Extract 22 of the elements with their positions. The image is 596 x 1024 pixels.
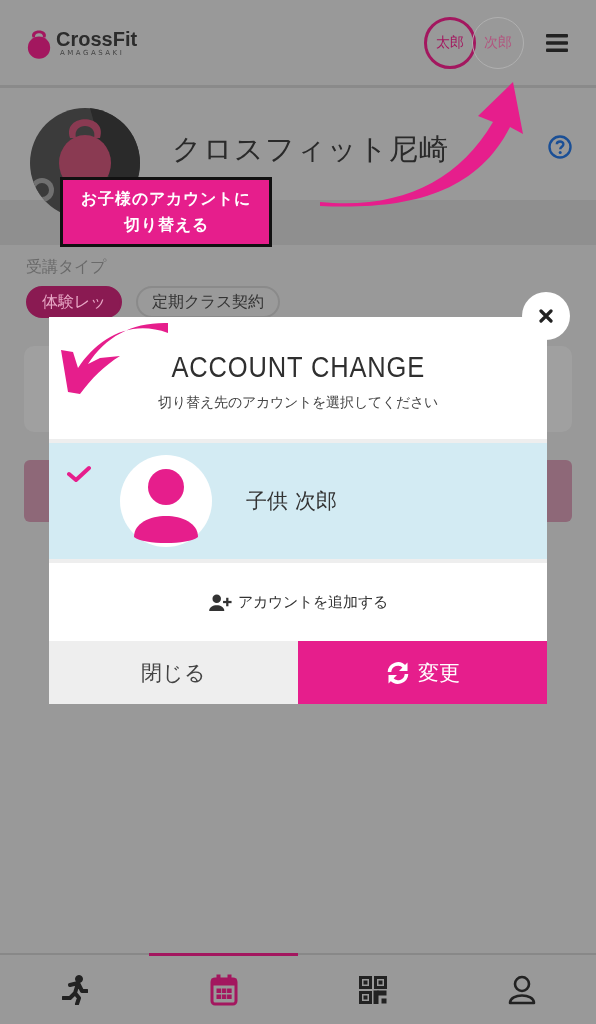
logo-name: CrossFit (56, 28, 138, 49)
course-type-chip[interactable]: 体験レッ (26, 286, 122, 318)
account-switch-button[interactable]: 太郎 (424, 16, 476, 69)
refresh-icon (385, 660, 410, 685)
callout-label: お子様のアカウントに切り替える (60, 177, 272, 247)
checkmark-icon (67, 465, 91, 483)
account-list-item[interactable]: 子供 次郎 (49, 443, 547, 563)
change-button[interactable]: 変更 (298, 641, 547, 704)
user-icon[interactable] (507, 974, 536, 1005)
close-button[interactable]: 閉じる (49, 641, 298, 704)
menu-icon[interactable] (546, 32, 568, 53)
qr-code-icon[interactable] (358, 975, 387, 1004)
dialog-subtitle: 切り替え先のアカウントを選択してください (158, 394, 438, 412)
course-type-chip[interactable]: 定期クラス契約 (136, 286, 280, 318)
account-name: 子供 次郎 (246, 488, 337, 515)
running-person-icon[interactable] (61, 974, 88, 1005)
help-icon[interactable] (548, 135, 572, 159)
avatar-icon (120, 455, 212, 547)
dialog-title: ACCOUNT CHANGE (171, 350, 425, 384)
calendar-icon[interactable] (209, 973, 238, 1006)
add-user-icon (208, 593, 232, 611)
gym-name: クロスフィット尼崎 (172, 131, 449, 168)
